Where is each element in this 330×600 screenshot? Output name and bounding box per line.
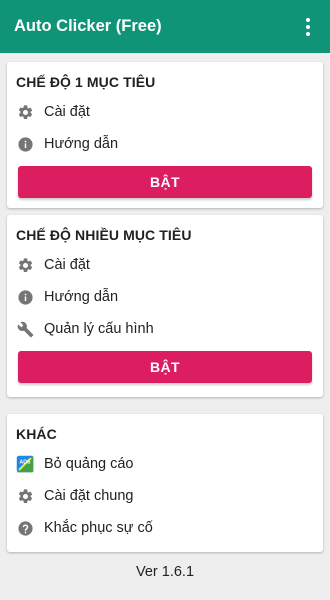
other-card: KHÁC ADS Bỏ quảng cáo Cài đặt chung Khắc… (7, 414, 323, 552)
more-vert-icon[interactable] (296, 11, 320, 43)
remove-ads-icon: ADS (16, 455, 34, 473)
general-settings-label: Cài đặt chung (44, 488, 134, 504)
multi-target-guide-item[interactable]: Hướng dẫn (16, 283, 314, 311)
gear-icon (16, 487, 34, 505)
svg-text:ADS: ADS (19, 459, 31, 465)
guide-label: Hướng dẫn (44, 289, 119, 305)
troubleshoot-item[interactable]: Khắc phục sự cố (16, 514, 314, 542)
remove-ads-label: Bỏ quảng cáo (44, 456, 134, 472)
multi-target-card: CHẾ ĐỘ NHIỀU MỤC TIÊU Cài đặt Hướng dẫn … (7, 215, 323, 397)
settings-label: Cài đặt (44, 104, 90, 120)
remove-ads-item[interactable]: ADS Bỏ quảng cáo (16, 450, 314, 478)
info-icon (16, 288, 34, 306)
config-manager-item[interactable]: Quản lý cấu hình (16, 315, 314, 343)
wrench-icon (16, 320, 34, 338)
single-target-enable-button[interactable]: BẬT (18, 166, 312, 198)
single-target-guide-item[interactable]: Hướng dẫn (16, 130, 314, 158)
config-manager-label: Quản lý cấu hình (44, 321, 154, 337)
single-target-settings-item[interactable]: Cài đặt (16, 98, 314, 126)
app-title: Auto Clicker (Free) (14, 17, 162, 35)
multi-target-title: CHẾ ĐỘ NHIỀU MỤC TIÊU (16, 227, 192, 243)
version-label: Ver 1.6.1 (135, 564, 195, 580)
gear-icon (16, 103, 34, 121)
troubleshoot-label: Khắc phục sự cố (44, 520, 153, 536)
multi-target-enable-button[interactable]: BẬT (18, 351, 312, 383)
other-title: KHÁC (16, 426, 57, 442)
gear-icon (16, 256, 34, 274)
single-target-card: CHẾ ĐỘ 1 MỤC TIÊU Cài đặt Hướng dẫn BẬT (7, 62, 323, 208)
general-settings-item[interactable]: Cài đặt chung (16, 482, 314, 510)
guide-label: Hướng dẫn (44, 136, 119, 152)
single-target-title: CHẾ ĐỘ 1 MỤC TIÊU (16, 74, 156, 90)
app-bar: Auto Clicker (Free) (0, 0, 330, 53)
multi-target-settings-item[interactable]: Cài đặt (16, 251, 314, 279)
info-icon (16, 135, 34, 153)
settings-label: Cài đặt (44, 257, 90, 273)
help-icon (16, 519, 34, 537)
